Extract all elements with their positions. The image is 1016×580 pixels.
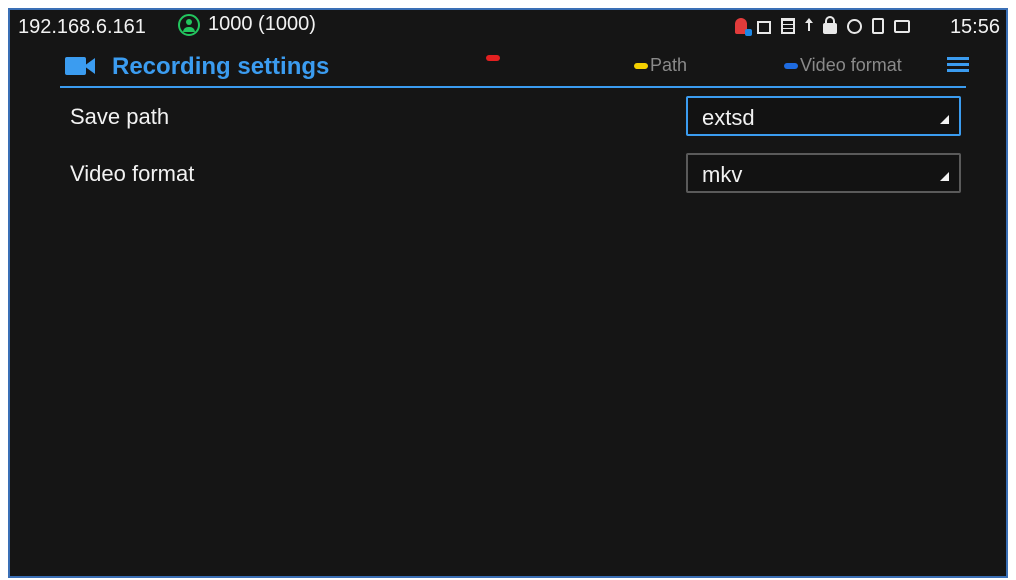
account-label: 1000 (1000)	[208, 13, 316, 35]
ip-address: 192.168.6.161	[18, 16, 146, 38]
clock: 15:56	[949, 16, 1000, 38]
page-header: Recording settings Path Video format	[10, 44, 1006, 88]
red-key-dot	[486, 55, 500, 61]
message-icon	[894, 19, 910, 33]
device-screen: 192.168.6.161 1000 (1000) 15:56 Recordin…	[8, 8, 1008, 578]
yellow-key-dot	[634, 62, 648, 69]
lock-icon	[823, 16, 837, 34]
softkey-path[interactable]: Path	[634, 55, 687, 76]
softkey-red[interactable]	[486, 55, 502, 61]
image-icon	[757, 21, 771, 34]
bluetooth-icon	[847, 18, 862, 34]
dropdown-arrow-icon	[940, 115, 949, 124]
account-status: 1000 (1000)	[178, 13, 316, 36]
upload-icon	[805, 18, 813, 34]
phone-icon	[872, 18, 884, 34]
video-format-value: mkv	[702, 162, 743, 187]
dropdown-arrow-icon	[940, 172, 949, 181]
status-bar: 192.168.6.161 1000 (1000) 15:56	[10, 10, 1006, 44]
blue-key-dot	[784, 62, 798, 69]
system-icons	[735, 16, 910, 36]
calendar-icon	[781, 18, 795, 34]
page-title: Recording settings	[112, 53, 330, 80]
account-icon	[178, 13, 200, 36]
menu-icon[interactable]	[947, 57, 969, 75]
save-path-select[interactable]: extsd	[686, 96, 961, 136]
softkey-video-format[interactable]: Video format	[784, 55, 902, 76]
video-format-label: Video format	[70, 161, 195, 186]
header-divider	[60, 86, 966, 88]
softkey-path-label: Path	[650, 55, 688, 75]
save-path-value: extsd	[702, 105, 755, 130]
save-path-label: Save path	[70, 104, 170, 129]
alert-icon	[735, 18, 752, 36]
video-camera-icon	[65, 57, 95, 75]
video-format-select[interactable]: mkv	[686, 153, 961, 193]
softkey-video-format-label: Video format	[800, 55, 902, 75]
